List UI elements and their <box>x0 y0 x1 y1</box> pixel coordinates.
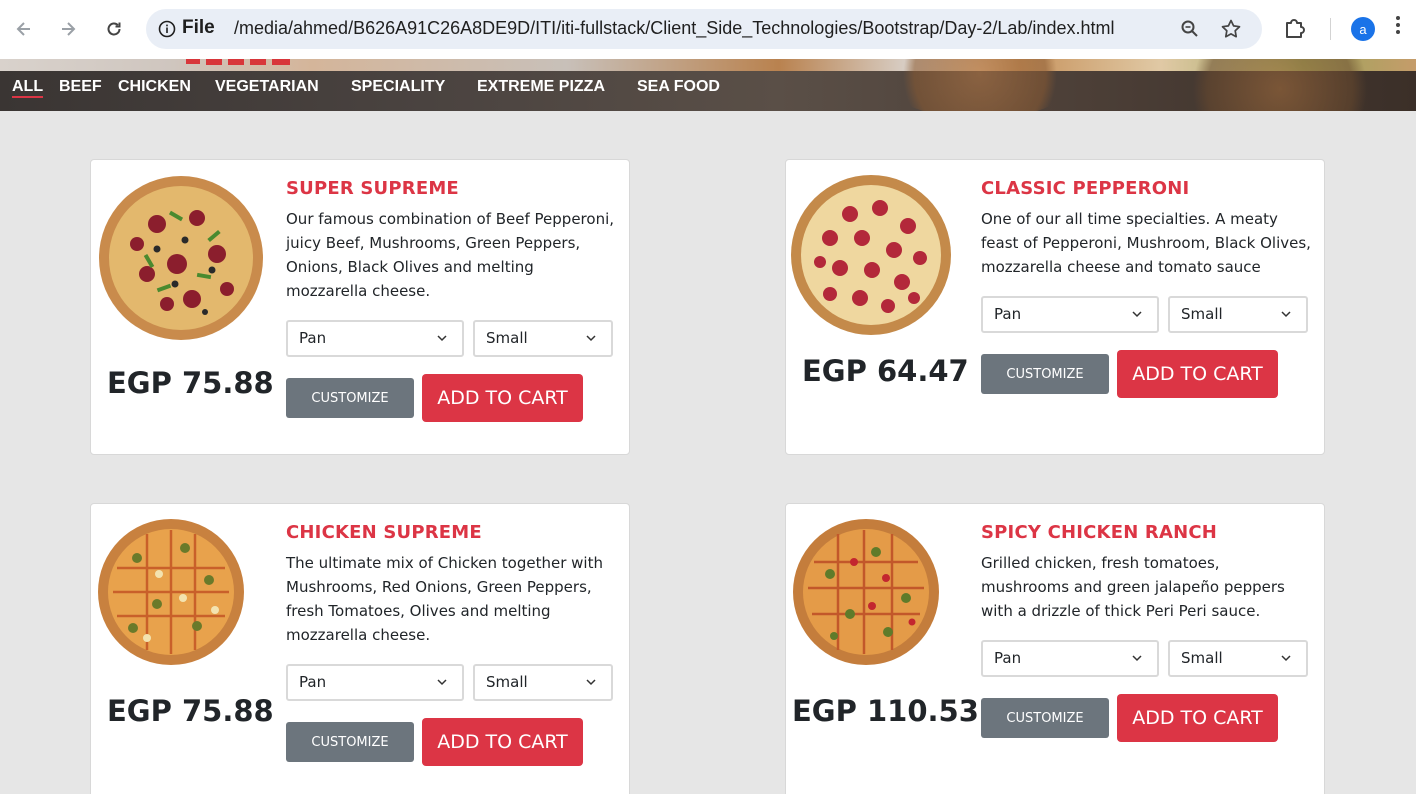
profile-avatar[interactable]: a <box>1351 17 1375 41</box>
product-card: EGP 75.88 CHICKEN SUPREME The ultimate m… <box>90 503 630 794</box>
back-arrow-icon[interactable] <box>8 13 40 45</box>
product-title: CHICKEN SUPREME <box>286 522 482 543</box>
price: EGP 64.47 <box>802 354 969 388</box>
browser-toolbar: File /media/ahmed/B626A91C26A8DE9D/ITI/i… <box>0 0 1416 59</box>
hero-pizza-shape <box>1170 59 1390 111</box>
product-title: CLASSIC PEPPERONI <box>981 178 1190 199</box>
price: EGP 110.53 <box>792 694 979 728</box>
extensions-puzzle-icon[interactable] <box>1282 15 1308 41</box>
product-description: Grilled chicken, fresh tomatoes, mushroo… <box>981 554 1285 620</box>
nav-chicken[interactable]: CHICKEN <box>118 78 191 96</box>
product-description: Our famous combination of Beef Pepperoni… <box>286 210 615 300</box>
product-title: SPICY CHICKEN RANCH <box>981 522 1218 543</box>
forward-arrow-icon[interactable] <box>52 13 84 45</box>
price: EGP 75.88 <box>107 366 274 400</box>
nav-extreme-pizza[interactable]: EXTREME PIZZA <box>477 78 605 96</box>
chevron-down-icon <box>437 335 447 342</box>
info-icon[interactable] <box>158 20 176 38</box>
pizza-image <box>793 519 939 665</box>
size-select-value: Small <box>486 329 528 347</box>
hero-pizza-shape <box>880 59 1080 111</box>
product-description: One of our all time specialties. A meaty… <box>981 210 1311 276</box>
crust-select-value: Pan <box>994 649 1022 667</box>
size-select-value: Small <box>486 673 528 691</box>
toolbar-divider <box>1330 18 1331 40</box>
size-select[interactable]: Small <box>473 320 613 357</box>
nav-sea-food[interactable]: SEA FOOD <box>637 78 720 96</box>
address-bar[interactable]: File /media/ahmed/B626A91C26A8DE9D/ITI/i… <box>146 9 1262 49</box>
chevron-down-icon <box>1281 311 1291 318</box>
product-card: EGP 75.88 SUPER SUPREME Our famous combi… <box>90 159 630 455</box>
nav-all[interactable]: ALL <box>12 78 44 98</box>
size-select-value: Small <box>1181 649 1223 667</box>
crust-select[interactable]: Pan <box>981 296 1159 333</box>
crust-select[interactable]: Pan <box>286 320 464 357</box>
bookmark-star-icon[interactable] <box>1220 18 1242 40</box>
chevron-down-icon <box>586 335 596 342</box>
product-description: The ultimate mix of Chicken together wit… <box>286 554 603 644</box>
size-select[interactable]: Small <box>1168 296 1308 333</box>
product-card: EGP 110.53 SPICY CHICKEN RANCH Grilled c… <box>785 503 1325 794</box>
product-card: EGP 64.47 CLASSIC PEPPERONI One of our a… <box>785 159 1325 455</box>
customize-button[interactable]: CUSTOMIZE <box>981 698 1109 738</box>
scheme-label[interactable]: File <box>182 17 215 39</box>
menu-kebab-icon[interactable] <box>1396 16 1402 37</box>
customize-button[interactable]: CUSTOMIZE <box>286 378 414 418</box>
product-title: SUPER SUPREME <box>286 178 459 199</box>
customize-button[interactable]: CUSTOMIZE <box>286 722 414 762</box>
nav-vegetarian[interactable]: VEGETARIAN <box>215 78 319 96</box>
size-select[interactable]: Small <box>1168 640 1308 677</box>
add-to-cart-button[interactable]: ADD TO CART <box>1117 694 1278 742</box>
add-to-cart-button[interactable]: ADD TO CART <box>1117 350 1278 398</box>
chevron-down-icon <box>1281 655 1291 662</box>
zoom-icon[interactable] <box>1180 19 1200 39</box>
chevron-down-icon <box>1132 655 1142 662</box>
hero-logo-fragment <box>186 59 290 65</box>
pizza-image <box>791 175 951 335</box>
chevron-down-icon <box>437 679 447 686</box>
add-to-cart-button[interactable]: ADD TO CART <box>422 718 583 766</box>
add-to-cart-button[interactable]: ADD TO CART <box>422 374 583 422</box>
chevron-down-icon <box>1132 311 1142 318</box>
customize-button[interactable]: CUSTOMIZE <box>981 354 1109 394</box>
crust-select-value: Pan <box>994 305 1022 323</box>
price: EGP 75.88 <box>107 694 274 728</box>
nav-beef[interactable]: BEEF <box>59 78 102 96</box>
pizza-image <box>99 176 263 340</box>
size-select[interactable]: Small <box>473 664 613 701</box>
crust-select-value: Pan <box>299 673 327 691</box>
reload-icon[interactable] <box>98 13 130 45</box>
crust-select-value: Pan <box>299 329 327 347</box>
crust-select[interactable]: Pan <box>981 640 1159 677</box>
crust-select[interactable]: Pan <box>286 664 464 701</box>
pizza-image <box>98 519 244 665</box>
nav-speciality[interactable]: SPECIALITY <box>351 78 445 96</box>
url-text[interactable]: /media/ahmed/B626A91C26A8DE9D/ITI/iti-fu… <box>234 18 1114 39</box>
size-select-value: Small <box>1181 305 1223 323</box>
chevron-down-icon <box>586 679 596 686</box>
hero-banner: ALL BEEF CHICKEN VEGETARIAN SPECIALITY E… <box>0 59 1416 111</box>
